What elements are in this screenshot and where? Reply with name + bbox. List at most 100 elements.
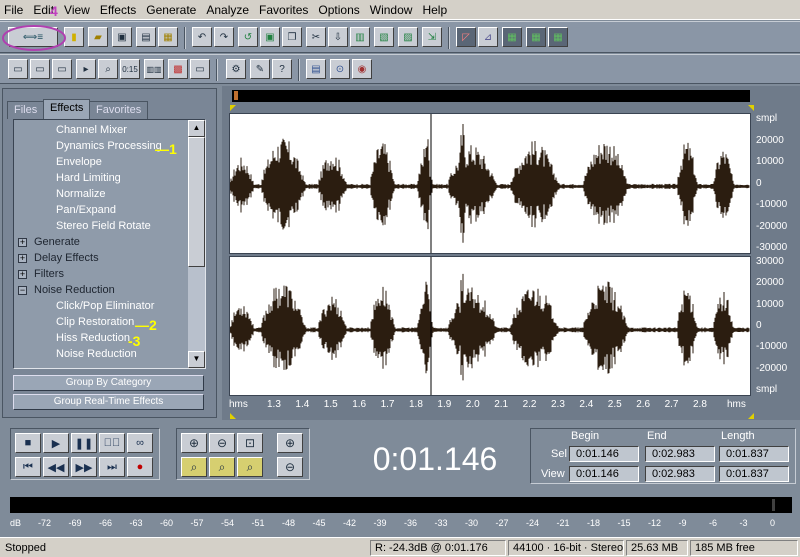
menu-help[interactable]: Help [418,3,451,17]
tab-files[interactable]: Files [7,101,45,119]
waveform-channel-left[interactable] [229,113,751,254]
go-to-end-button[interactable]: ⏭ [99,457,125,477]
tree-effect-item[interactable]: Dynamics Processing [56,138,162,154]
expand-toggle[interactable]: + [18,238,27,247]
tab-effects[interactable]: Effects [43,99,91,119]
overview-bar[interactable] [232,90,750,102]
zoom-out-horizontal-button[interactable]: ⊖ [209,433,235,453]
tree-category[interactable]: Generate [34,234,80,250]
zoom-in-vertical-button[interactable]: ⊕ [277,433,303,453]
fast-forward-button[interactable]: ▶▶ [71,457,97,477]
menu-window[interactable]: Window [366,3,417,17]
zoom-out-vertical-button[interactable]: ⊖ [277,457,303,477]
view-button-2[interactable]: ▭ [30,59,50,79]
view-button-3[interactable]: ▭ [52,59,72,79]
expand-toggle[interactable]: + [18,254,27,263]
frequency-button[interactable]: ▤ [306,59,326,79]
zoom-tool-button[interactable]: ⌕ [98,59,118,79]
menu-analyze[interactable]: Analyze [202,3,253,17]
scroll-thumb[interactable] [188,137,205,267]
menu-options[interactable]: Options [314,3,363,17]
tree-effect-item[interactable]: Envelope [56,154,102,170]
multitrack-button[interactable]: ▦ [158,27,178,47]
help-button[interactable]: ? [272,59,292,79]
record-button[interactable]: ● [127,457,153,477]
tree-effect-item[interactable]: Pan/Expand [56,202,116,218]
crop-button[interactable]: ⇲ [422,27,442,47]
menu-effects[interactable]: Effects [96,3,140,17]
expand-toggle[interactable]: + [18,270,27,279]
repeat-button[interactable]: ↺ [238,27,258,47]
sel-length-field[interactable]: 0:01.837 [719,446,789,462]
snap-button[interactable]: ⊿ [478,27,498,47]
trim-button[interactable]: ▨ [398,27,418,47]
menu-generate[interactable]: Generate [142,3,200,17]
save-as-button[interactable]: ▤ [136,27,156,47]
scroll-down-button[interactable]: ▼ [188,351,205,368]
play-button[interactable]: ▶ [43,433,69,453]
analysis-button[interactable]: ⊙ [330,59,350,79]
copy-button[interactable]: ▣ [260,27,280,47]
tree-effect-item[interactable]: Stereo Field Rotate [56,218,151,234]
menu-favorites[interactable]: Favorites [255,3,312,17]
overview-position-marker[interactable] [234,91,238,100]
go-to-start-button[interactable]: ⏮ [15,457,41,477]
color-button[interactable]: ▩ [168,59,188,79]
play-mode-button[interactable]: ▸ [76,59,96,79]
zoom-full-button[interactable]: ⊡ [237,433,263,453]
undo-button[interactable]: ↶ [192,27,212,47]
tree-effect-item[interactable]: Hiss Reduction [56,330,130,346]
scroll-up-button[interactable]: ▲ [188,120,205,137]
mix-paste-button[interactable]: ▧ [374,27,394,47]
rewind-button[interactable]: ◀◀ [43,457,69,477]
paste-button[interactable]: ⇩ [328,27,348,47]
group-realtime-effects-button[interactable]: Group Real-Time Effects [13,394,204,410]
play-to-end-button[interactable]: ▶⃝ [99,433,125,453]
menu-view[interactable]: View [60,3,94,17]
view-button-1[interactable]: ▭ [8,59,28,79]
view-length-field[interactable]: 0:01.837 [719,466,789,482]
time-format-button[interactable]: 0:15 [120,59,140,79]
sel-end-field[interactable]: 0:02.983 [645,446,715,462]
blank-button[interactable]: ▭ [190,59,210,79]
expand-toggle[interactable]: − [18,286,27,295]
open-button[interactable]: ▰ [88,27,108,47]
stop-button[interactable]: ■ [15,433,41,453]
zoom-left-edge-button[interactable]: ⌕ [209,457,235,477]
tree-effect-item[interactable]: Noise Reduction [56,346,137,362]
spectral-button[interactable]: ▦ [502,27,522,47]
tree-effect-item[interactable]: Channel Mixer [56,122,127,138]
settings-button[interactable]: ⚙ [226,59,246,79]
zoom-to-selection-button[interactable]: ⌕ [181,457,207,477]
zoom-right-edge-button[interactable]: ⌕ [237,457,263,477]
copy-new-button[interactable]: ❐ [282,27,302,47]
sel-begin-field[interactable]: 0:01.146 [569,446,639,462]
target-button[interactable]: ◉ [352,59,372,79]
loop-button[interactable]: ∞ [127,433,153,453]
script-button[interactable]: ✎ [250,59,270,79]
tree-category[interactable]: Filters [34,266,64,282]
view-end-field[interactable]: 0:02.983 [645,466,715,482]
tree-effect-item[interactable]: Clip Restoration [56,314,134,330]
redo-button[interactable]: ↷ [214,27,234,47]
group-by-category-button[interactable]: Group By Category [13,375,204,391]
envelope-button[interactable]: ◸ [456,27,476,47]
tree-scrollbar[interactable]: ▲ ▼ [188,120,205,368]
level-button[interactable]: ▥▥ [144,59,164,79]
pause-button[interactable]: ❚❚ [71,433,97,453]
tab-favorites[interactable]: Favorites [89,101,149,119]
tree-effect-item[interactable]: Hard Limiting [56,170,121,186]
spectral-phase-button[interactable]: ▦ [548,27,568,47]
waveform-channel-right[interactable] [229,256,751,396]
tree-category[interactable]: Noise Reduction [34,282,115,298]
tree-effect-item[interactable]: Normalize [56,186,106,202]
menu-file[interactable]: File [0,3,27,17]
tree-category[interactable]: Delay Effects [34,250,99,266]
spectral-pan-button[interactable]: ▦ [526,27,546,47]
tree-effect-item[interactable]: Click/Pop Eliminator [56,298,154,314]
paste-new-button[interactable]: ▥ [350,27,370,47]
view-begin-field[interactable]: 0:01.146 [569,466,639,482]
zoom-in-horizontal-button[interactable]: ⊕ [181,433,207,453]
save-button[interactable]: ▣ [112,27,132,47]
cut-button[interactable]: ✂ [306,27,326,47]
